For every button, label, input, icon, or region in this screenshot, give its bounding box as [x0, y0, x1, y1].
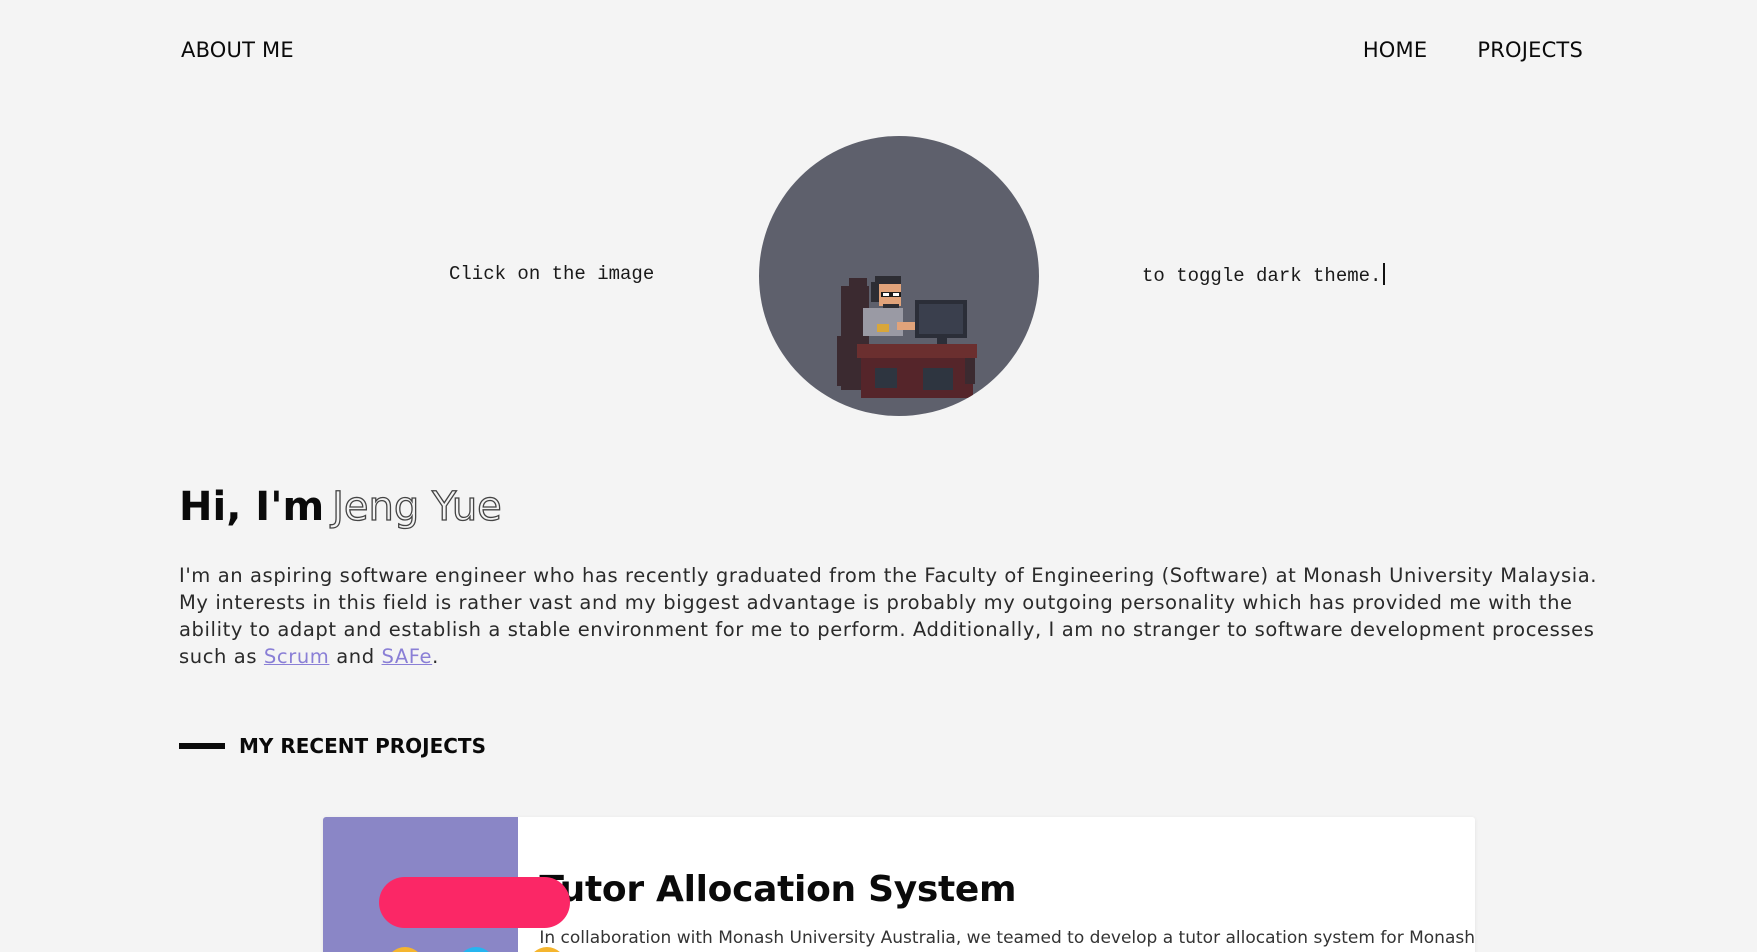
thumbnail-dot-blue [457, 947, 495, 952]
greeting-heading: Hi, I'm Jeng Yue [179, 483, 502, 530]
typing-cursor [1383, 263, 1386, 285]
section-header: MY RECENT PROJECTS [179, 734, 486, 758]
bio-paragraph: I'm an aspiring software engineer who ha… [179, 562, 1609, 670]
hero-hint-left: Click on the image [449, 263, 655, 285]
link-safe[interactable]: SAFe [382, 645, 433, 668]
nav-home[interactable]: HOME [1363, 38, 1428, 62]
greeting-name: Jeng Yue [331, 483, 502, 530]
nav-links: HOME PROJECTS [1363, 38, 1583, 62]
project-thumbnail [323, 817, 570, 952]
hero-hint-right: to toggle dark theme. [1142, 263, 1386, 287]
section-bar [179, 743, 225, 749]
link-scrum[interactable]: Scrum [264, 645, 329, 668]
project-title: Tutor Allocation System [539, 869, 1017, 910]
nav-projects[interactable]: PROJECTS [1477, 38, 1583, 62]
hero-hint-right-text: to toggle dark theme. [1142, 265, 1382, 287]
project-body: Tutor Allocation System In collaboration… [518, 817, 1475, 952]
portfolio-page: ABOUT ME HOME PROJECTS Click on the imag… [0, 0, 1757, 952]
bio-end: . [432, 645, 439, 668]
thumbnail-pill-shape [379, 877, 570, 928]
project-card[interactable]: Tutor Allocation System In collaboration… [323, 817, 1475, 952]
nav-about-me[interactable]: ABOUT ME [181, 38, 294, 62]
greeting-text: Hi, I'm [179, 484, 325, 530]
bio-and: and [336, 645, 375, 668]
section-title: MY RECENT PROJECTS [239, 734, 486, 758]
pixel-avatar-icon [837, 276, 977, 398]
top-nav: ABOUT ME HOME PROJECTS [181, 38, 1583, 62]
avatar-toggle-theme[interactable] [759, 136, 1039, 416]
project-description: In collaboration with Monash University … [539, 928, 1475, 948]
thumbnail-dot-yellow [386, 947, 424, 952]
